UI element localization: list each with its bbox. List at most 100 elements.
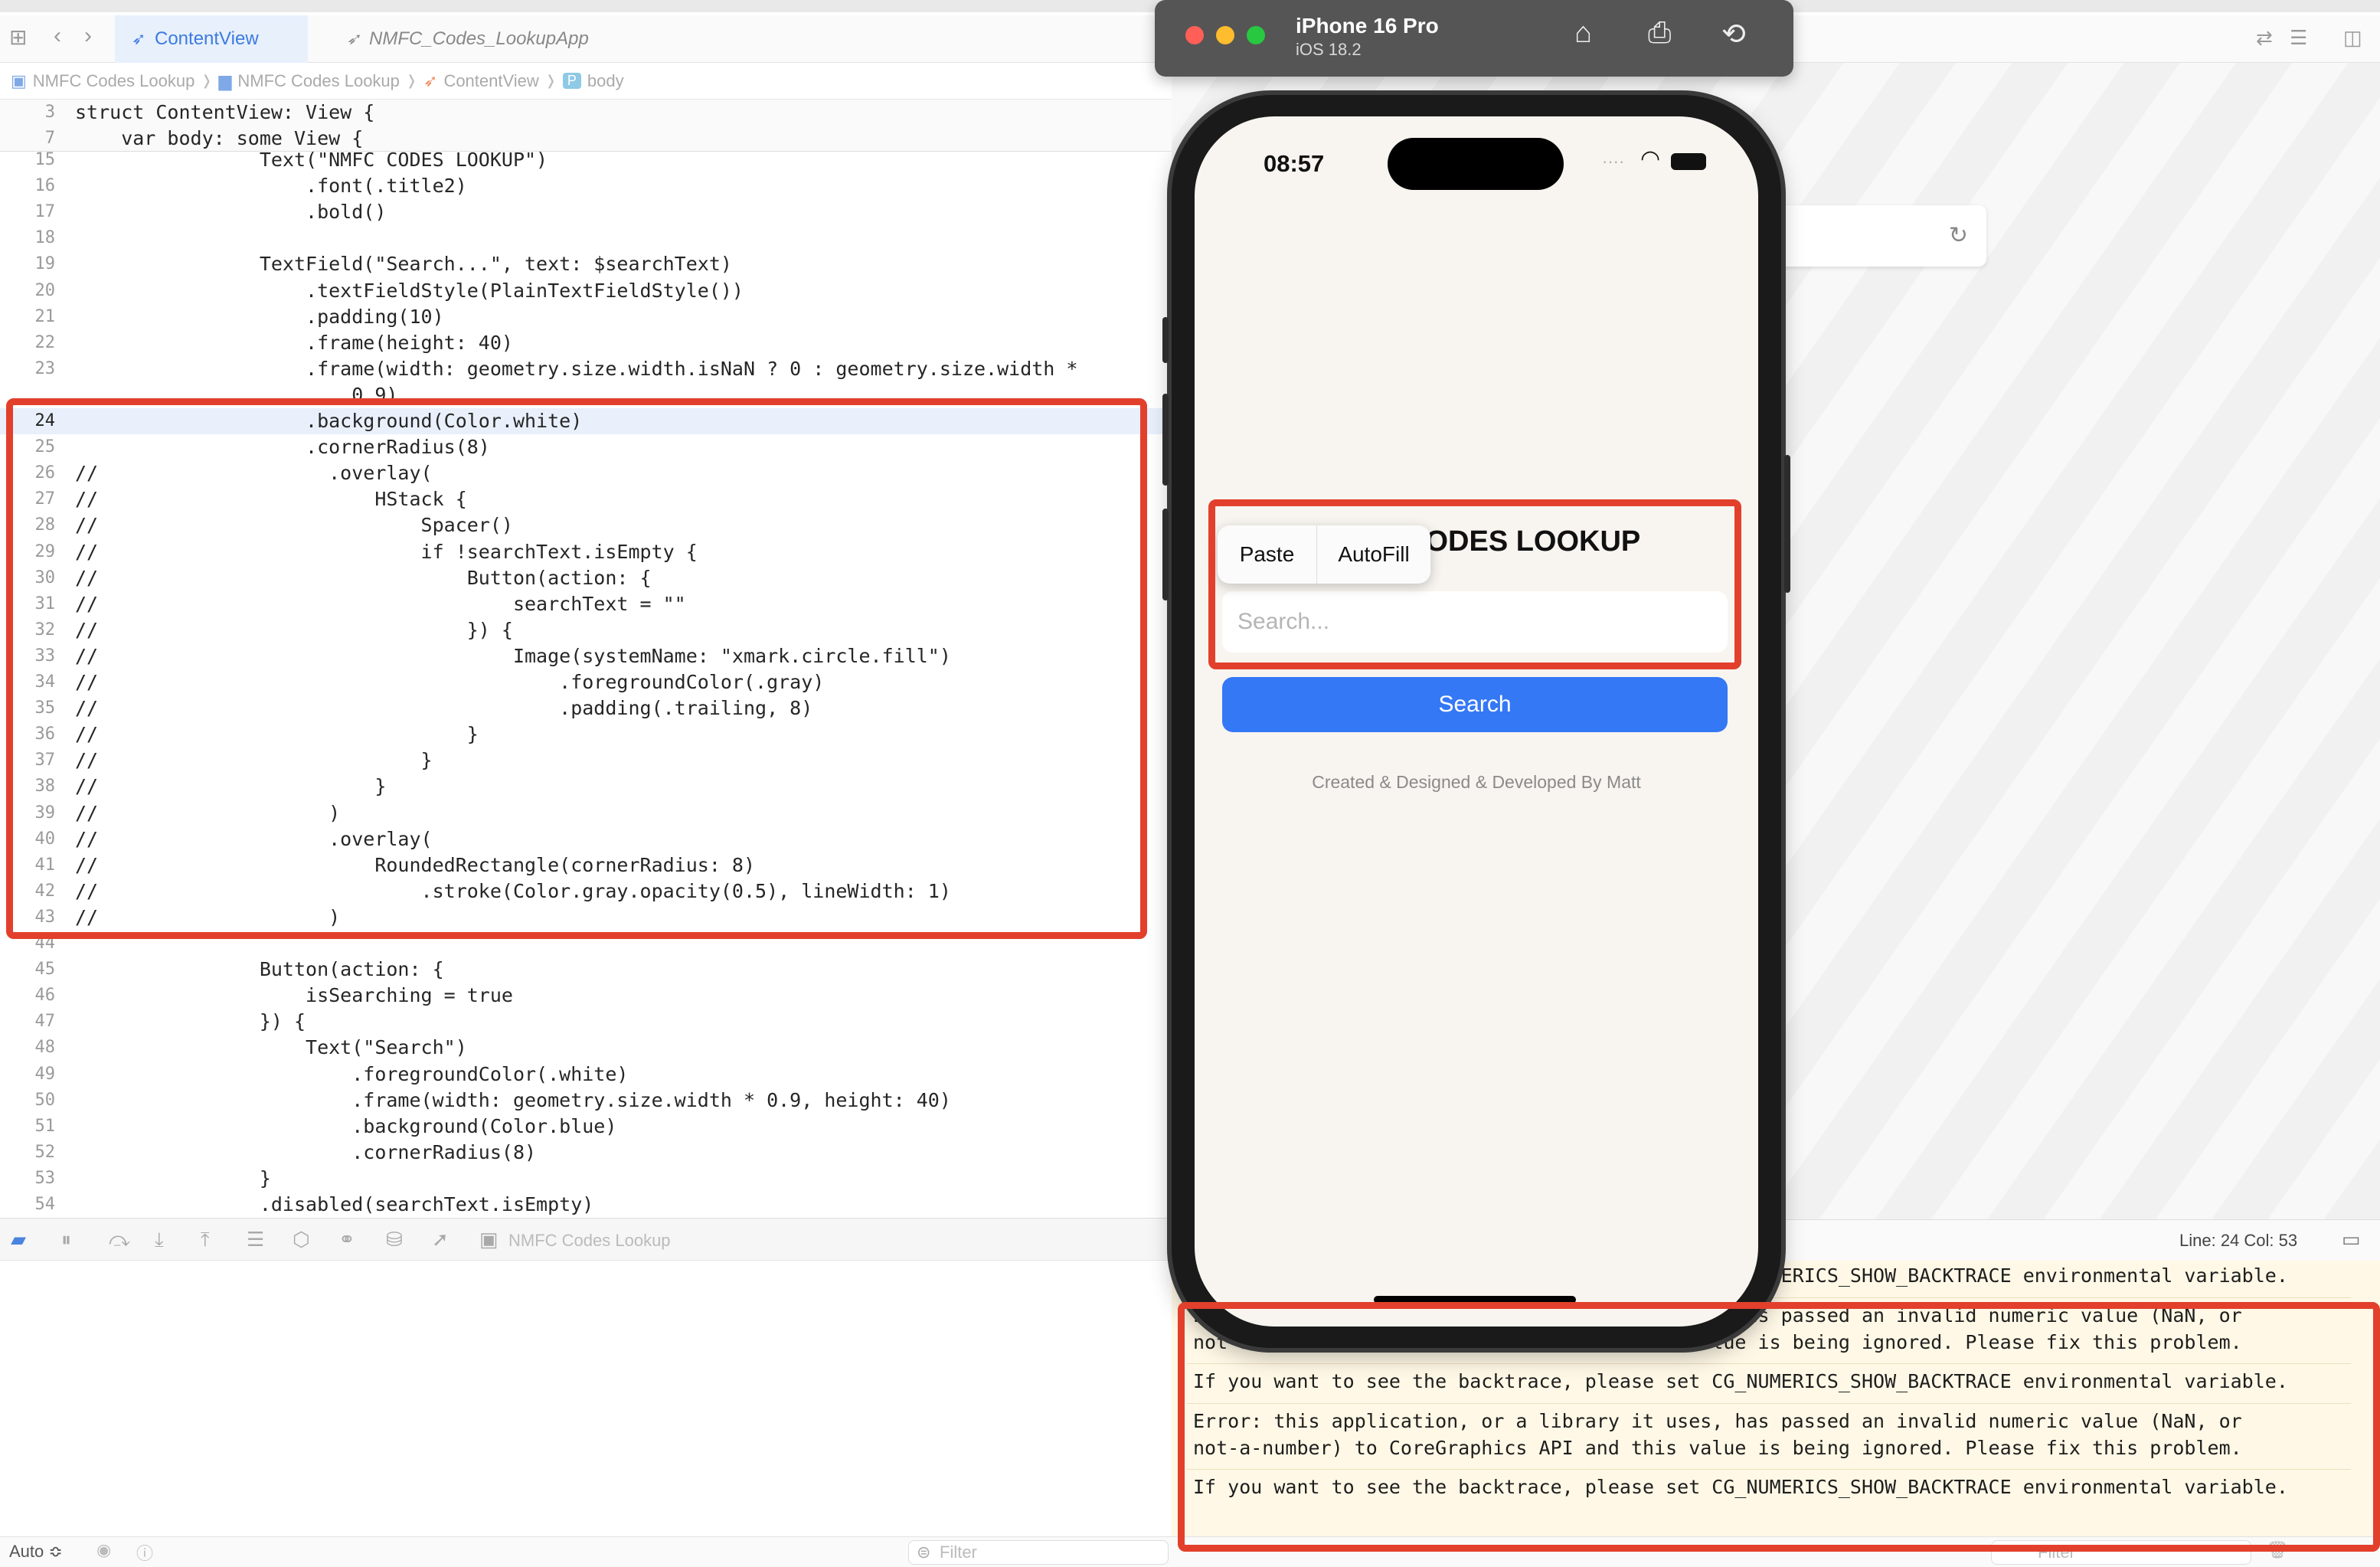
console-message[interactable]: Error: this application, or a library it… <box>1193 1408 2242 1461</box>
code-line[interactable]: 52 .cornerRadius(8) <box>0 1140 1172 1166</box>
code-line[interactable]: 17 .bold() <box>0 199 1172 225</box>
step-out-icon[interactable]: ⤒ <box>201 1228 210 1252</box>
credit-text: Created & Designed & Developed By Matt <box>1312 772 1641 792</box>
line-number: 40 <box>34 829 56 849</box>
code-line[interactable]: 38 // } <box>0 774 1172 800</box>
console-message[interactable]: If you want to see the backtrace, please… <box>1193 1368 2288 1395</box>
code-line[interactable]: 36 // } <box>0 721 1172 748</box>
code-line[interactable]: 16 .font(.title2) <box>0 173 1172 199</box>
tab-nmfc-codes-lookupapp[interactable]: ➶ NMFC_Codes_LookupApp <box>329 15 605 63</box>
code-line[interactable]: 29 // if !searchText.isEmpty { <box>0 539 1172 565</box>
code-line[interactable]: 47 }) { <box>0 1009 1172 1035</box>
view-hierarchy-icon[interactable]: ☰ <box>247 1228 264 1251</box>
code-line[interactable]: 51 .background(Color.blue) <box>0 1114 1172 1140</box>
line-number: 48 <box>34 1038 56 1058</box>
variables-filter-input[interactable]: ⊜ Filter <box>908 1540 1169 1565</box>
code-line[interactable]: 49 .foregroundColor(.white) <box>0 1062 1172 1088</box>
code-editor[interactable]: 15 Text("NMFC CODES LOOKUP") 16 .font(.ti… <box>0 100 1172 1218</box>
battery-icon <box>1671 153 1706 170</box>
code-line[interactable]: 41 // RoundedRectangle(cornerRadius: 8) <box>0 852 1172 878</box>
code-line[interactable]: 53 } <box>0 1166 1172 1192</box>
code-line[interactable]: 28 // Spacer() <box>0 512 1172 538</box>
scheme-selector[interactable]: Auto ≎ <box>9 1542 63 1562</box>
code-line[interactable]: 21 .padding(10) <box>0 304 1172 330</box>
split-arrows-icon[interactable]: ⇄ <box>2256 26 2273 50</box>
autofill-menu-item[interactable]: AutoFill <box>1317 525 1430 584</box>
pause-icon[interactable]: ⏸ <box>61 1228 71 1252</box>
breadcrumb-symbol[interactable]: body <box>587 71 624 91</box>
code-text: .frame(width: geometry.size.width * 0.9,… <box>75 1088 951 1111</box>
code-line[interactable]: 40 // .overlay( <box>0 826 1172 852</box>
code-line[interactable]: 19 TextField("Search...", text: $searchT… <box>0 251 1172 277</box>
line-number: 7 <box>44 129 55 148</box>
code-line[interactable]: 37 // } <box>0 748 1172 774</box>
line-number: 3 <box>44 103 55 122</box>
grid-icon[interactable]: ⊞ <box>9 25 27 50</box>
code-line[interactable]: 35 // .padding(.trailing, 8) <box>0 695 1172 721</box>
preview-address-box[interactable]: ↻ <box>1754 205 1986 267</box>
home-icon[interactable]: ⌂ <box>1574 17 1592 50</box>
sticky-scope-line[interactable]: 3 struct ContentView: View { <box>0 100 1172 126</box>
code-line[interactable]: 46 isSearching = true <box>0 983 1172 1009</box>
code-line[interactable]: 54 .disabled(searchText.isEmpty) <box>0 1192 1172 1218</box>
screenshot-camera-icon[interactable]: ⎙ <box>1648 17 1671 50</box>
close-window-button[interactable] <box>1185 26 1204 44</box>
code-line[interactable]: 23 .frame(width: geometry.size.width.isN… <box>0 356 1172 382</box>
code-line[interactable]: 43 // ) <box>0 905 1172 931</box>
code-line[interactable]: 34 // .foregroundColor(.gray) <box>0 669 1172 695</box>
search-button[interactable]: Search <box>1222 677 1728 732</box>
code-line[interactable]: 25 .cornerRadius(8) <box>0 434 1172 460</box>
line-number: 44 <box>34 934 56 953</box>
simulate-location-icon[interactable]: ⛁ <box>386 1228 403 1251</box>
code-line[interactable]: 30 // Button(action: { <box>0 565 1172 591</box>
code-line[interactable]: 24 .background(Color.white) <box>0 408 1172 434</box>
memory-graph-icon[interactable]: ⬡ <box>293 1228 310 1251</box>
editor-options-icon[interactable]: ☰ <box>2290 26 2307 50</box>
code-line[interactable]: 39 // ) <box>0 800 1172 826</box>
search-input[interactable]: Search... <box>1222 591 1728 653</box>
code-line[interactable]: 0.9) <box>0 382 1172 408</box>
step-into-icon[interactable]: ⤓ <box>155 1228 164 1252</box>
code-line[interactable]: 45 Button(action: { <box>0 957 1172 983</box>
breadcrumb-project[interactable]: NMFC Codes Lookup <box>33 71 195 91</box>
wifi-icon: ◠ <box>1640 146 1661 172</box>
breadcrumb-file[interactable]: ContentView <box>443 71 538 91</box>
location-arrow-icon[interactable]: ➚ <box>432 1228 449 1251</box>
zoom-window-button[interactable] <box>1247 26 1265 44</box>
breakpoints-toggle-icon[interactable]: ▰ <box>11 1228 26 1251</box>
code-line[interactable]: 44 <box>0 931 1172 957</box>
line-number: 37 <box>34 751 56 770</box>
rotate-icon[interactable]: ⟲ <box>1721 17 1746 51</box>
forward-arrow-icon[interactable]: › <box>84 23 92 49</box>
panel-toggle-icon[interactable]: ▭ <box>2342 1228 2361 1251</box>
code-line[interactable]: 26 // .overlay( <box>0 460 1172 486</box>
console-filter-input[interactable]: Filter <box>1991 1540 2251 1565</box>
console-message[interactable]: If you want to see the backtrace, please… <box>1193 1474 2288 1500</box>
reload-icon[interactable]: ↻ <box>1949 222 1968 249</box>
environment-icon[interactable]: ⚭ <box>338 1228 355 1251</box>
code-line[interactable]: 20 .textFieldStyle(PlainTextFieldStyle()… <box>0 278 1172 304</box>
code-line[interactable]: 22 .frame(height: 40) <box>0 330 1172 356</box>
code-line[interactable]: 48 Text("Search") <box>0 1035 1172 1061</box>
code-line[interactable]: 42 // .stroke(Color.gray.opacity(0.5), li… <box>0 878 1172 905</box>
code-line[interactable]: 27 // HStack { <box>0 486 1172 512</box>
minimize-window-button[interactable] <box>1216 26 1234 44</box>
info-icon[interactable]: ⓘ <box>136 1540 153 1565</box>
back-arrow-icon[interactable]: ‹ <box>54 23 61 49</box>
line-number: 54 <box>34 1195 56 1214</box>
trash-icon[interactable]: 🗑 <box>2267 1540 2288 1560</box>
code-text: Text("Search") <box>75 1036 467 1059</box>
code-line[interactable]: 18 <box>0 225 1172 251</box>
code-line[interactable]: 50 .frame(width: geometry.size.width * 0… <box>0 1088 1172 1114</box>
add-editor-icon[interactable]: ◫ <box>2343 26 2362 50</box>
code-line[interactable]: 32 // }) { <box>0 617 1172 643</box>
line-number: 25 <box>34 437 56 457</box>
eye-icon[interactable]: ◉ <box>96 1540 111 1560</box>
sticky-scope-line[interactable]: 7 var body: some View { <box>0 126 1172 152</box>
step-over-icon[interactable]: ⤼ <box>109 1228 130 1252</box>
code-line[interactable]: 33 // Image(systemName: "xmark.circle.fil… <box>0 643 1172 669</box>
paste-menu-item[interactable]: Paste <box>1218 525 1317 584</box>
breadcrumb-folder[interactable]: NMFC Codes Lookup <box>237 71 400 91</box>
code-line[interactable]: 31 // searchText = "" <box>0 591 1172 617</box>
tab-contentview[interactable]: ➶ ContentView <box>115 15 308 63</box>
